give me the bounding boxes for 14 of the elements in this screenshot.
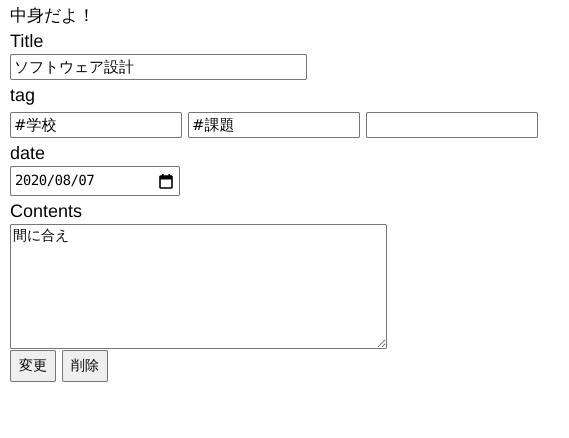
field-label: Contents bbox=[10, 200, 82, 223]
page-heading: 中身だよ！ bbox=[10, 5, 95, 28]
contents-textarea[interactable]: 間に合え bbox=[10, 224, 387, 349]
tag-input[interactable]: #学校 bbox=[10, 112, 182, 138]
tag-input[interactable] bbox=[366, 112, 538, 138]
calendar-icon[interactable] bbox=[159, 174, 173, 188]
field-label: Title bbox=[10, 30, 44, 53]
tag-input[interactable]: #課題 bbox=[188, 112, 360, 138]
action-button[interactable]: 削除 bbox=[62, 350, 108, 382]
action-button[interactable]: 変更 bbox=[10, 350, 56, 382]
date-input[interactable]: 2020/08/07 bbox=[10, 166, 180, 196]
field-label: tag bbox=[10, 84, 36, 107]
title-input[interactable]: ソフトウェア設計 bbox=[10, 54, 307, 80]
field-label: date bbox=[10, 142, 46, 165]
